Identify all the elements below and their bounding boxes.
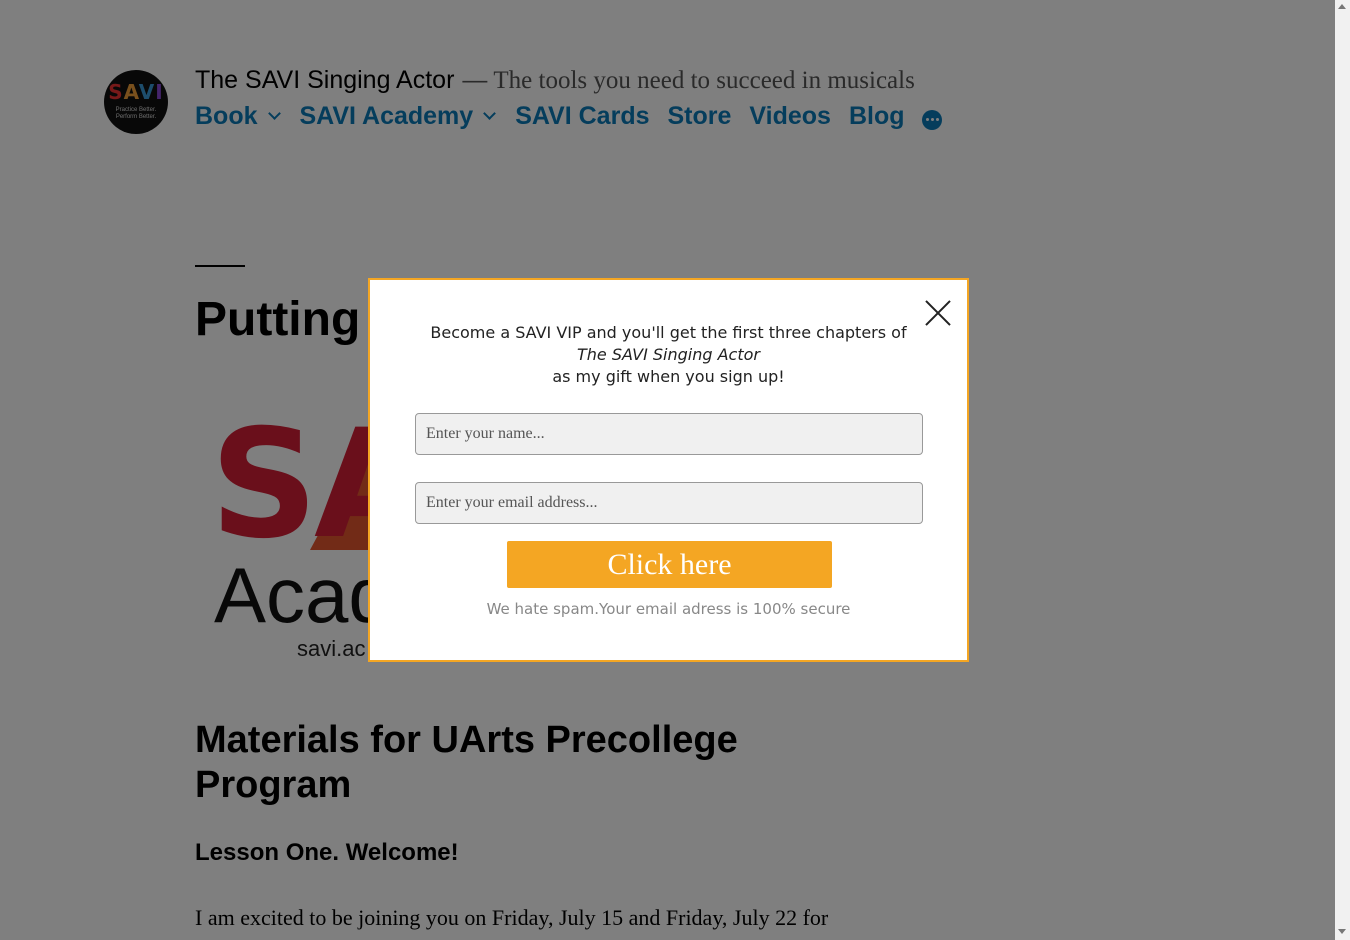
modal-line-1: Become a SAVI VIP and you'll get the fir… — [430, 323, 907, 342]
email-input[interactable] — [415, 482, 923, 524]
spam-note: We hate spam.Your email adress is 100% s… — [486, 600, 851, 618]
scroll-up-icon[interactable] — [1338, 4, 1346, 9]
scroll-thumb[interactable] — [1337, 16, 1348, 921]
submit-button[interactable]: Click here — [507, 541, 832, 588]
modal-message: Become a SAVI VIP and you'll get the fir… — [370, 322, 967, 388]
modal-book-title: The SAVI Singing Actor — [576, 345, 760, 364]
modal-line-3: as my gift when you sign up! — [552, 367, 785, 386]
scroll-down-icon[interactable] — [1338, 929, 1346, 934]
vertical-scrollbar[interactable] — [1335, 0, 1350, 940]
name-input[interactable] — [415, 413, 923, 455]
vip-signup-modal: Become a SAVI VIP and you'll get the fir… — [368, 278, 969, 662]
